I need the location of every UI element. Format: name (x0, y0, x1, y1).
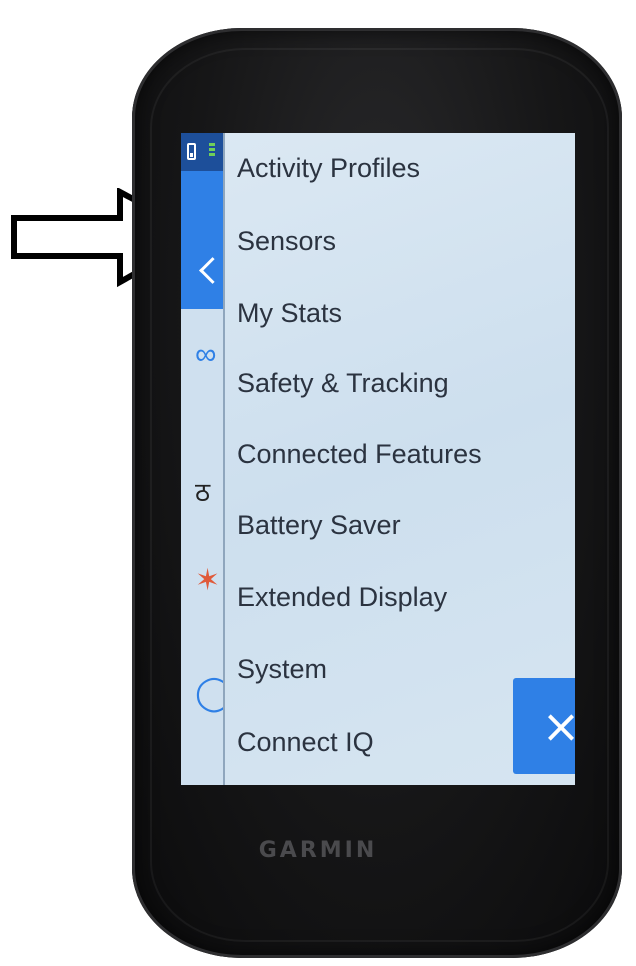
close-button[interactable]: × (513, 678, 575, 774)
settings-menu: Activity Profiles Sensors My Stats Safet… (223, 133, 575, 785)
menu-item-connected-features[interactable]: Connected Features (237, 439, 482, 470)
status-bar (181, 133, 223, 171)
back-chevron-icon (199, 257, 226, 284)
menu-item-extended-display[interactable]: Extended Display (237, 582, 447, 613)
battery-icon (187, 143, 196, 160)
signal-icon (209, 143, 215, 159)
back-tab[interactable] (181, 171, 226, 309)
device-brand-logo: GARMIN (258, 838, 378, 863)
rings-icon: ∞ (195, 338, 217, 371)
close-icon: × (541, 699, 575, 753)
menu-item-my-stats[interactable]: My Stats (237, 298, 342, 329)
menu-item-sensors[interactable]: Sensors (237, 226, 336, 257)
menu-item-battery-saver[interactable]: Battery Saver (237, 510, 401, 541)
cyclist-icon: ठ (195, 477, 211, 507)
menu-item-safety-tracking[interactable]: Safety & Tracking (237, 368, 449, 399)
menu-item-connect-iq[interactable]: Connect IQ (237, 727, 374, 758)
background-panel: ∞ ठ ✶ ◯ (181, 133, 233, 785)
device-screen: ∞ ठ ✶ ◯ Activity Profiles Sensors My Sta… (181, 133, 575, 785)
photo-stage: ∞ ठ ✶ ◯ Activity Profiles Sensors My Sta… (0, 0, 636, 966)
menu-item-activity-profiles[interactable]: Activity Profiles (237, 153, 420, 184)
menu-item-system[interactable]: System (237, 654, 327, 685)
person-icon: ✶ (195, 564, 221, 597)
